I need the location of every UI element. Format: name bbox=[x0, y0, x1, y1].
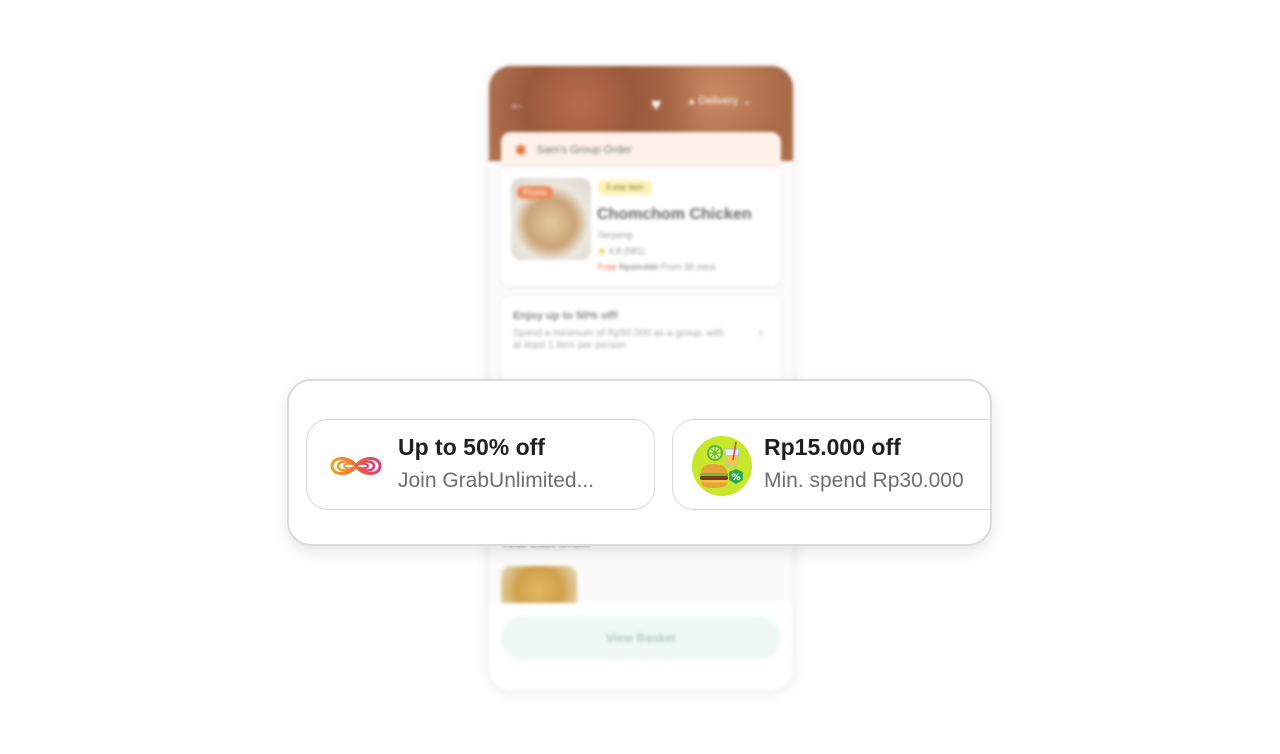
restaurant-area: Serpong bbox=[598, 230, 633, 240]
delivery-time: From 36 mins bbox=[660, 262, 716, 272]
star-item-badge: 5-star item bbox=[598, 180, 652, 195]
arrow-left-icon[interactable]: ← bbox=[509, 96, 525, 114]
food-discount-icon: % bbox=[692, 436, 752, 496]
offer-card-grab-unlimited[interactable]: Up to 50% off Join GrabUnlimited... bbox=[306, 419, 655, 510]
group-promo-banner[interactable]: Enjoy up to 50% off! Spend a minimum of … bbox=[501, 296, 781, 384]
view-basket-button[interactable]: View Basket bbox=[501, 616, 781, 660]
promo-title: Enjoy up to 50% off! bbox=[513, 310, 619, 322]
delivery-fee-old: Rp10.000 bbox=[619, 262, 659, 272]
offer-title: Rp15.000 off bbox=[764, 434, 901, 460]
offer-subtitle: Min. spend Rp30.000 bbox=[764, 469, 964, 492]
review-count: (581) bbox=[623, 246, 645, 256]
offer-subtitle: Join GrabUnlimited... bbox=[398, 469, 595, 492]
photo-tag: Promo bbox=[517, 186, 553, 199]
delivery-mode-selector[interactable]: ▴ Delivery ⌄ bbox=[689, 94, 752, 108]
last-order-photo[interactable] bbox=[501, 566, 577, 606]
offers-carousel[interactable]: Up to 50% off Join GrabUnlimited... % Rp… bbox=[287, 379, 992, 546]
heart-icon[interactable]: ♥ bbox=[651, 95, 661, 115]
group-order-bar[interactable]: ✱ Sam's Group Order bbox=[501, 132, 781, 168]
restaurant-photo: Promo bbox=[511, 178, 591, 260]
chevron-right-icon: › bbox=[758, 324, 763, 340]
restaurant-name: Chomchom Chicken bbox=[597, 206, 752, 223]
rating-value: 4.8 bbox=[608, 246, 622, 256]
offer-title: Up to 50% off bbox=[398, 434, 545, 460]
group-order-icon: ✱ bbox=[515, 141, 527, 158]
background-app-screen: ← ♥ ▴ Delivery ⌄ ✱ Sam's Group Order Pro… bbox=[489, 66, 793, 690]
svg-text:%: % bbox=[731, 473, 740, 483]
restaurant-rating: ★ 4.8 (581) bbox=[598, 246, 645, 257]
restaurant-card[interactable]: Promo 5-star item Chomchom Chicken Serpo… bbox=[501, 168, 781, 286]
chevron-down-icon: ⌄ bbox=[742, 95, 752, 107]
grab-unlimited-infinity-icon bbox=[330, 457, 382, 475]
delivery-label: Delivery bbox=[698, 94, 739, 107]
delivery-icon: ▴ bbox=[689, 95, 695, 107]
offer-card-discount[interactable]: % Rp15.000 off Min. spend Rp30.000 bbox=[672, 419, 990, 510]
delivery-fee-new: Free bbox=[598, 262, 617, 272]
promo-description: Spend a minimum of Rp50.000 as a group, … bbox=[513, 328, 725, 351]
delivery-info: Free Rp10.000 From 36 mins bbox=[598, 262, 716, 272]
group-order-label: Sam's Group Order bbox=[536, 144, 632, 156]
star-icon: ★ bbox=[598, 246, 607, 256]
